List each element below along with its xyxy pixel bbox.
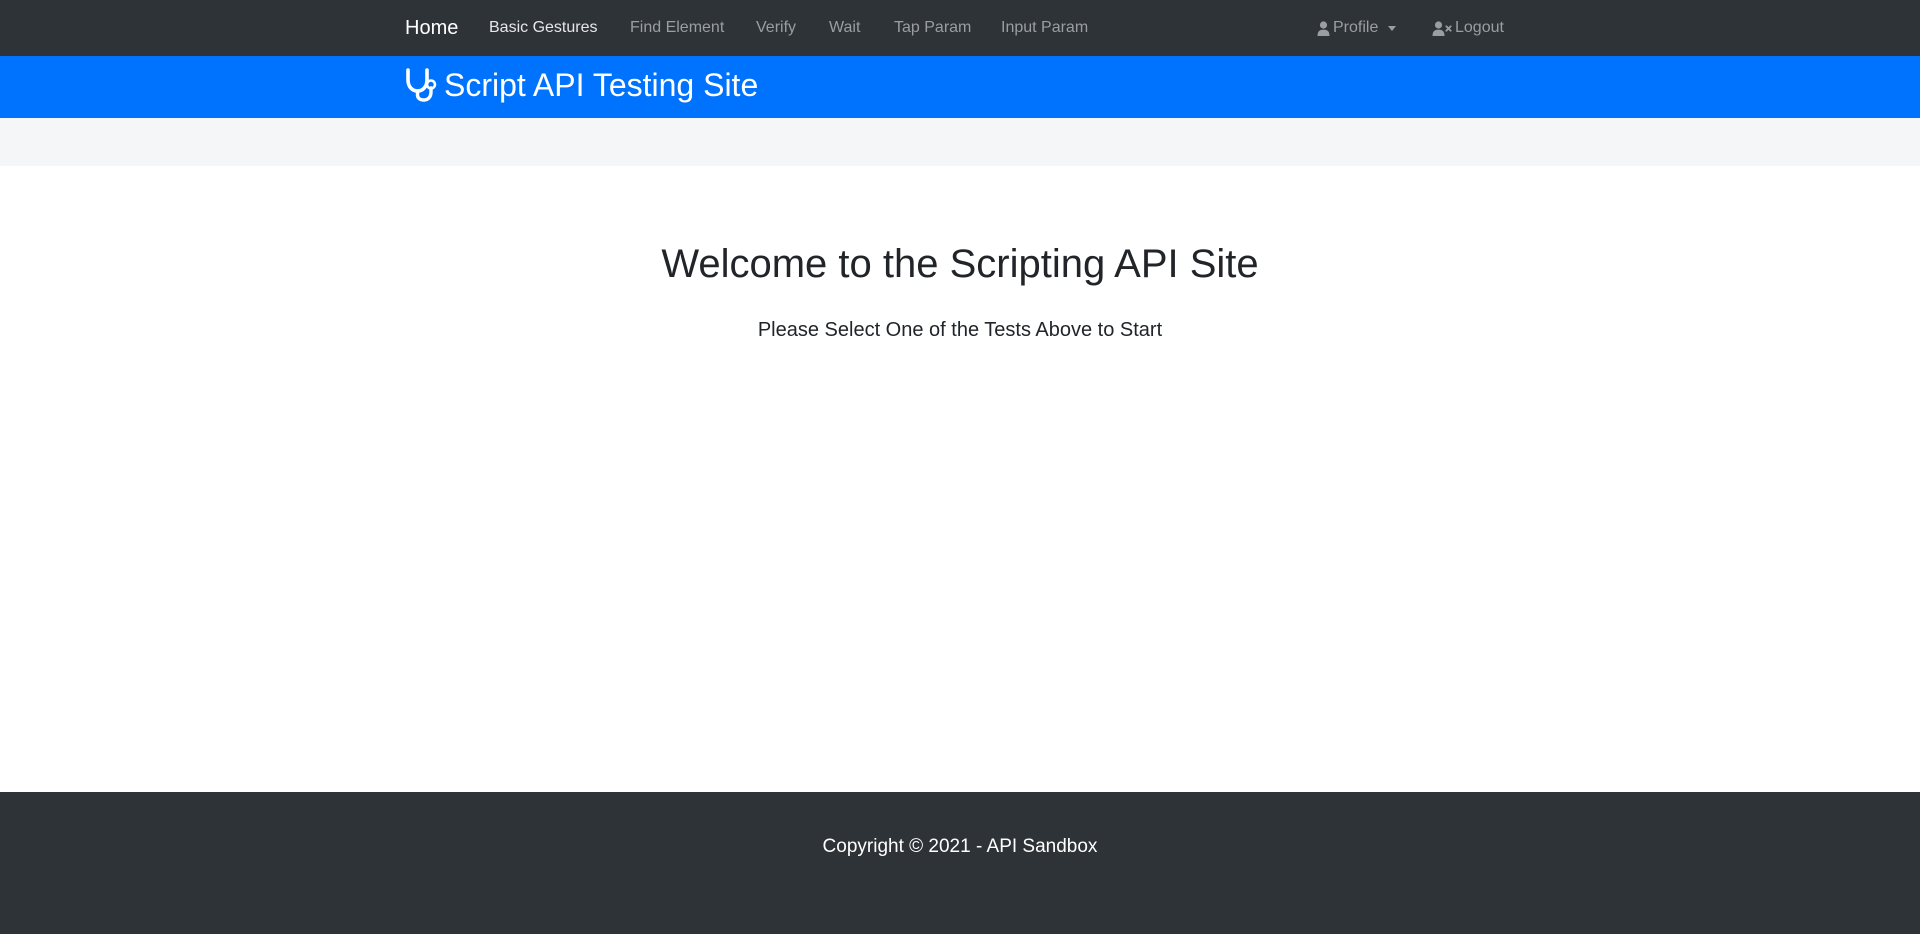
chevron-down-icon	[1388, 26, 1397, 31]
top-navbar: Home Basic Gestures Find Element Verify …	[0, 0, 1920, 56]
profile-label: Profile	[1333, 19, 1379, 36]
user-icon	[1317, 20, 1330, 36]
user-times-icon	[1432, 20, 1452, 36]
nav-basic-gestures-link[interactable]: Basic Gestures	[489, 18, 597, 38]
nav-verify-link[interactable]: Verify	[756, 18, 796, 38]
site-banner: Script API Testing Site	[0, 56, 1920, 118]
stethoscope-icon	[404, 66, 438, 107]
nav-home-link[interactable]: Home	[405, 16, 458, 40]
profile-dropdown-toggle[interactable]: Profile	[1317, 18, 1397, 38]
logout-link[interactable]: Logout	[1432, 18, 1504, 38]
page-title: Welcome to the Scripting API Site	[661, 242, 1259, 286]
page-footer: Copyright © 2021 - API Sandbox	[0, 792, 1920, 934]
nav-wait-link[interactable]: Wait	[829, 18, 860, 38]
nav-tap-param-link[interactable]: Tap Param	[894, 18, 971, 38]
page-subtitle: Please Select One of the Tests Above to …	[757, 319, 1163, 341]
sub-header-bar	[0, 118, 1920, 166]
logout-label: Logout	[1455, 19, 1504, 36]
footer-copyright: Copyright © 2021 - API Sandbox	[822, 836, 1098, 857]
site-title: Script API Testing Site	[444, 67, 759, 103]
nav-input-param-link[interactable]: Input Param	[1001, 18, 1088, 38]
nav-find-element-link[interactable]: Find Element	[630, 18, 724, 38]
